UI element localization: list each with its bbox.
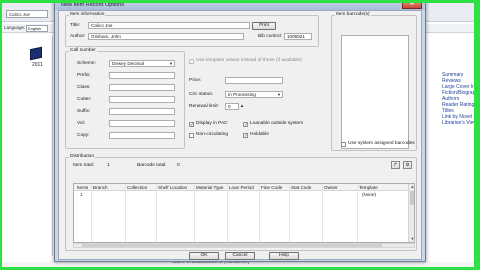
column-header[interactable]: Loan Period — [229, 184, 254, 191]
background-search-input[interactable]: Calico Joe — [6, 10, 48, 18]
circ-status-select[interactable]: In Processing ▼ — [225, 91, 283, 98]
suffix-field[interactable] — [109, 108, 175, 115]
title-label: Title: — [70, 23, 81, 28]
dialog-body: Item information Title: Calico Joe Print… — [58, 10, 422, 260]
use-template-checkbox[interactable] — [189, 59, 194, 64]
bib-control-label: Bib control: — [258, 34, 282, 39]
bib-control-field[interactable]: 1006921 — [284, 33, 312, 40]
new-item-record-options-dialog: New Item Record Options ✕ Item informati… — [54, 0, 426, 262]
class-label: Class: — [77, 85, 91, 90]
cutter-label: Cutter: — [77, 97, 92, 102]
non-circulating-checkbox[interactable] — [189, 133, 194, 138]
row-items-cell[interactable]: 1 — [80, 192, 83, 198]
item-total-value: 1 — [107, 163, 110, 168]
item-barcodes-legend: Item barcode(s) — [335, 12, 371, 17]
item-information-group — [65, 15, 319, 47]
use-template-label: Use template values instead of these (if… — [196, 58, 302, 63]
scheme-value: Dewey Decimal — [112, 61, 144, 66]
title-field[interactable]: Calico Joe — [88, 22, 250, 29]
prefix-label: Prefix: — [77, 73, 91, 78]
chevron-down-icon: ▼ — [169, 61, 173, 66]
ok-button[interactable]: OK — [189, 252, 219, 260]
row-template-cell[interactable]: (None) — [362, 192, 376, 198]
barcode-total-value: 0 — [177, 163, 180, 168]
author-field[interactable]: Grisham, John — [88, 33, 244, 40]
display-in-pac-checkbox[interactable]: ✓ — [189, 122, 194, 127]
background-language-select[interactable]: English — [26, 25, 48, 32]
background-book-year: 2011 — [32, 62, 43, 68]
column-header[interactable]: Shelf Location — [158, 184, 187, 191]
background-link[interactable]: Librarian's View — [442, 120, 477, 126]
non-circulating-label: Non-circulating — [196, 132, 228, 137]
help-button[interactable]: Help — [269, 252, 299, 260]
scroll-down-icon[interactable]: ▼ — [409, 236, 414, 242]
tools-icon[interactable]: ⚙ — [403, 161, 412, 169]
use-system-barcodes-label: Use system assigned barcodes — [348, 141, 415, 146]
holdable-label: Holdable — [250, 132, 269, 137]
author-label: Author: — [70, 34, 86, 39]
cutter-field[interactable] — [109, 96, 175, 103]
close-icon: ✕ — [409, 1, 415, 7]
column-header[interactable]: Collection — [127, 184, 147, 191]
loanable-outside-label: Loanable outside system — [250, 121, 304, 126]
dialog-titlebar[interactable]: New Item Record Options ✕ — [55, 1, 425, 10]
circ-status-value: In Processing — [228, 92, 256, 97]
scheme-select[interactable]: Dewey Decimal ▼ — [109, 60, 175, 67]
table-row[interactable]: 1 (None) — [74, 192, 408, 198]
class-field[interactable] — [109, 84, 175, 91]
column-header[interactable]: Items — [77, 184, 88, 191]
renewal-limit-label: Renewal limit: — [189, 104, 219, 109]
scrollbar-thumb[interactable] — [410, 191, 414, 205]
loanable-outside-checkbox[interactable]: ✓ — [243, 122, 248, 127]
grid-horizontal-scrollbar[interactable] — [73, 243, 415, 248]
display-in-pac-label: Display in PAC — [196, 121, 228, 126]
chevron-down-icon: ▼ — [277, 92, 281, 97]
item-information-legend: Item information — [69, 12, 106, 17]
distribution-legend: Distribution — [69, 154, 95, 159]
scheme-label: Scheme: — [77, 61, 96, 66]
vol-field[interactable] — [109, 120, 175, 127]
holdable-checkbox[interactable]: ✓ — [243, 133, 248, 138]
column-header[interactable]: Branch — [93, 184, 108, 191]
dialog-title: New Item Record Options — [61, 2, 124, 8]
close-button[interactable]: ✕ — [402, 1, 422, 9]
renewal-limit-field[interactable]: 0 — [225, 103, 239, 110]
circ-status-label: Circ status: — [189, 92, 213, 97]
use-system-barcodes-checkbox[interactable] — [341, 142, 346, 147]
cancel-button[interactable]: Cancel — [225, 252, 255, 260]
background-divider — [52, 36, 53, 256]
barcode-total-label: Barcode total: — [137, 163, 167, 168]
distribute-icon[interactable]: ↱ — [391, 161, 400, 169]
prefix-field[interactable] — [109, 72, 175, 79]
price-field[interactable] — [225, 77, 283, 84]
background-language-label: Language: — [4, 25, 26, 30]
copy-field[interactable] — [109, 132, 175, 139]
suffix-label: Suffix: — [77, 109, 91, 114]
print-button[interactable]: Print — [252, 22, 276, 30]
item-total-label: Item total: — [73, 163, 95, 168]
book-cover-icon — [30, 46, 42, 61]
item-barcodes-textarea[interactable] — [341, 35, 409, 149]
background-right-links: Summary Reviews Large Cover Image Fictio… — [442, 72, 480, 126]
scrollbar-thumb[interactable] — [82, 244, 382, 247]
price-label: Price: — [189, 78, 202, 83]
column-header[interactable]: Stat Code — [291, 184, 311, 191]
column-header[interactable]: Owner — [324, 184, 338, 191]
column-header[interactable]: Material Type — [196, 184, 224, 191]
scroll-up-icon[interactable]: ▲ — [409, 184, 414, 190]
distribution-grid[interactable]: Items Branch Collection Shelf Location M… — [73, 183, 415, 243]
grid-vertical-scrollbar[interactable]: ▲ ▼ — [408, 184, 414, 242]
spinner-icon[interactable]: ▲ — [240, 103, 244, 109]
copy-label: Copy: — [77, 133, 90, 138]
vol-label: Vol: — [77, 121, 86, 126]
column-header[interactable]: Fine Code — [261, 184, 282, 191]
column-header[interactable]: Template — [359, 184, 378, 191]
call-number-legend: Call number — [69, 48, 97, 53]
